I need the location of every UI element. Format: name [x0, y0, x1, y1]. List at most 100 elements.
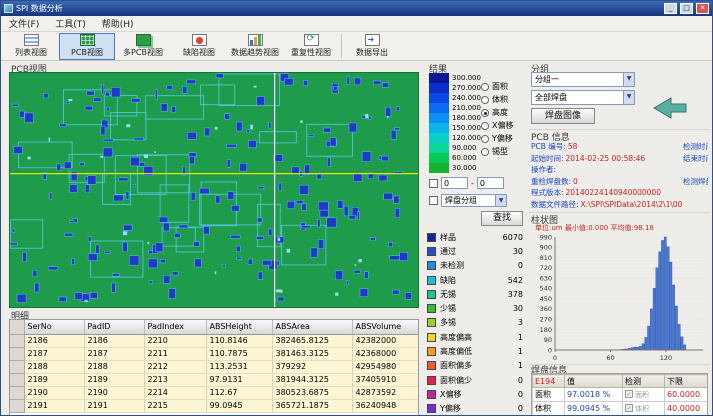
toolbar-button-pcb-view[interactable]: PCB视图 [59, 33, 115, 60]
detail-column-header[interactable]: ABSArea [272, 320, 352, 334]
pad-info-header-row: E194值检测下限 [533, 375, 708, 388]
row-selector-cell[interactable] [10, 386, 24, 399]
pcb-info-row: 重检焊盘数:0检测焊盘数: [531, 176, 708, 188]
radio-button-icon[interactable] [481, 148, 489, 156]
pad-group-checkbox[interactable] [429, 196, 438, 205]
category-row[interactable]: 缺陷542 [427, 273, 523, 287]
display-mode-label: 高度 [492, 107, 508, 118]
row-selector-cell[interactable] [10, 334, 24, 347]
category-row[interactable]: 通过30 [427, 244, 523, 258]
category-row[interactable]: 面积偏少0 [427, 373, 523, 387]
category-row[interactable]: X偏移0 [427, 387, 523, 401]
color-scale-swatch [429, 153, 449, 163]
toolbar-button-multi-pcb-view[interactable]: 多PCB视图 [115, 33, 171, 60]
category-row[interactable]: 高度偏高1 [427, 330, 523, 344]
detail-cell: 97.9131 [206, 373, 272, 386]
table-row[interactable]: 218821882212113.253137929242954980 [10, 360, 419, 373]
category-row[interactable]: 无锡378 [427, 287, 523, 301]
display-mode-option[interactable]: 面积 [481, 80, 513, 93]
color-scale-swatch [429, 83, 449, 93]
detail-cell: 2210 [144, 334, 206, 347]
app-icon [4, 4, 13, 13]
toolbar-button-trend-view[interactable]: 数据趋势视图 [227, 33, 283, 60]
table-row[interactable]: 219021902214112.67380523.687542873592 [10, 386, 419, 399]
detail-cell: 2211 [144, 347, 206, 360]
color-scale-swatch [429, 123, 449, 133]
color-scale-row: 30.000 [429, 163, 481, 173]
svg-text:0: 0 [553, 354, 557, 362]
table-row[interactable]: 21892189221397.9131381944.312537405910 [10, 373, 419, 386]
display-mode-label: 锡型 [492, 146, 508, 157]
pad-group-select[interactable]: 焊盘分组 ▼ [441, 194, 507, 207]
find-button[interactable]: 查找 [481, 211, 523, 226]
defect-view-icon [192, 34, 207, 46]
display-mode-option[interactable]: 高度 [481, 106, 513, 119]
row-selector-cell[interactable] [10, 360, 24, 373]
pcb-info-label: 起始时间: [531, 153, 564, 164]
menu-tools[interactable]: 工具(T) [47, 16, 94, 31]
color-scale-row: 180.000 [429, 113, 481, 123]
menu-file[interactable]: 文件(F) [1, 16, 47, 31]
pcb-info-value: 58 [568, 142, 578, 151]
radio-button-icon[interactable] [481, 135, 489, 143]
close-button-icon[interactable]: ✕ [696, 3, 709, 14]
detail-column-header[interactable]: PadIndex [144, 320, 206, 334]
range-min-input[interactable] [441, 177, 468, 189]
menu-help[interactable]: 帮助(H) [94, 16, 142, 31]
row-selector-cell[interactable] [10, 373, 24, 386]
category-color-swatch [427, 333, 436, 342]
pad-select[interactable]: 全部焊盘 ▼ [531, 90, 635, 105]
radio-button-icon[interactable] [481, 122, 489, 130]
checkbox-icon[interactable]: ✓ [625, 390, 633, 398]
radio-button-icon[interactable] [481, 109, 489, 117]
row-selector-cell[interactable] [10, 399, 24, 412]
category-row[interactable]: 多锡3 [427, 316, 523, 330]
table-row[interactable]: 21912191221599.0945365721.187536240948 [10, 399, 419, 412]
display-mode-option[interactable]: X偏移 [481, 119, 513, 132]
category-row[interactable]: 未检测0 [427, 259, 523, 273]
category-row[interactable]: 高度偏低1 [427, 344, 523, 358]
radio-button-icon[interactable] [481, 96, 489, 104]
category-label: 未检测 [440, 260, 514, 271]
toolbar-button-defect-view[interactable]: 缺陷视图 [171, 33, 227, 60]
svg-text:900: 900 [540, 244, 552, 252]
pcb-canvas[interactable] [9, 72, 419, 308]
table-row[interactable]: 218621862210110.8146382465.812542382000 [10, 334, 419, 347]
category-color-swatch [427, 304, 436, 313]
chevron-down-icon: ▼ [623, 73, 634, 86]
multi-pcb-view-icon [136, 34, 151, 46]
category-label: 面积偏多 [440, 360, 514, 371]
display-mode-option[interactable]: Y偏移 [481, 132, 513, 145]
category-color-swatch [427, 347, 436, 356]
previous-pad-arrow-icon[interactable] [651, 95, 689, 121]
range-filter-checkbox[interactable] [429, 179, 438, 188]
category-count: 1 [518, 347, 523, 356]
pad-image-button[interactable]: 焊盘图像 [531, 108, 595, 124]
table-row[interactable]: 218721872211110.7875381463.312542368000 [10, 347, 419, 360]
detail-cell: 2186 [84, 334, 144, 347]
category-label: 样品 [440, 232, 499, 243]
radio-button-icon[interactable] [481, 83, 489, 91]
toolbar-button-export[interactable]: 数据导出 [344, 33, 400, 60]
minimize-button-icon[interactable]: _ [664, 3, 677, 14]
category-row[interactable]: 样品6070 [427, 230, 523, 244]
group-select[interactable]: 分组一 ▼ [531, 72, 635, 87]
detail-column-header[interactable]: ABSHeight [206, 320, 272, 334]
maximize-button-icon[interactable]: □ [680, 3, 693, 14]
display-mode-option[interactable]: 锡型 [481, 145, 513, 158]
detail-column-header[interactable]: SerNo [24, 320, 84, 334]
pad-metric-name: 体积 [533, 402, 565, 416]
display-mode-option[interactable]: 体积 [481, 93, 513, 106]
toolbar-button-list-view[interactable]: 列表视图 [3, 33, 59, 60]
detail-column-header[interactable]: PadID [84, 320, 144, 334]
category-row[interactable]: 少锡30 [427, 301, 523, 315]
checkbox-icon[interactable]: ✓ [625, 404, 633, 412]
category-row[interactable]: Y偏移0 [427, 402, 523, 416]
row-selector-header [10, 320, 24, 334]
detail-column-header[interactable]: ABSVolume [352, 320, 419, 334]
category-label: 高度偏高 [440, 332, 514, 343]
category-row[interactable]: 面积偏多1 [427, 359, 523, 373]
range-max-input[interactable] [477, 177, 504, 189]
toolbar-button-repeat-view[interactable]: 重复性视图 [283, 33, 339, 60]
row-selector-cell[interactable] [10, 347, 24, 360]
